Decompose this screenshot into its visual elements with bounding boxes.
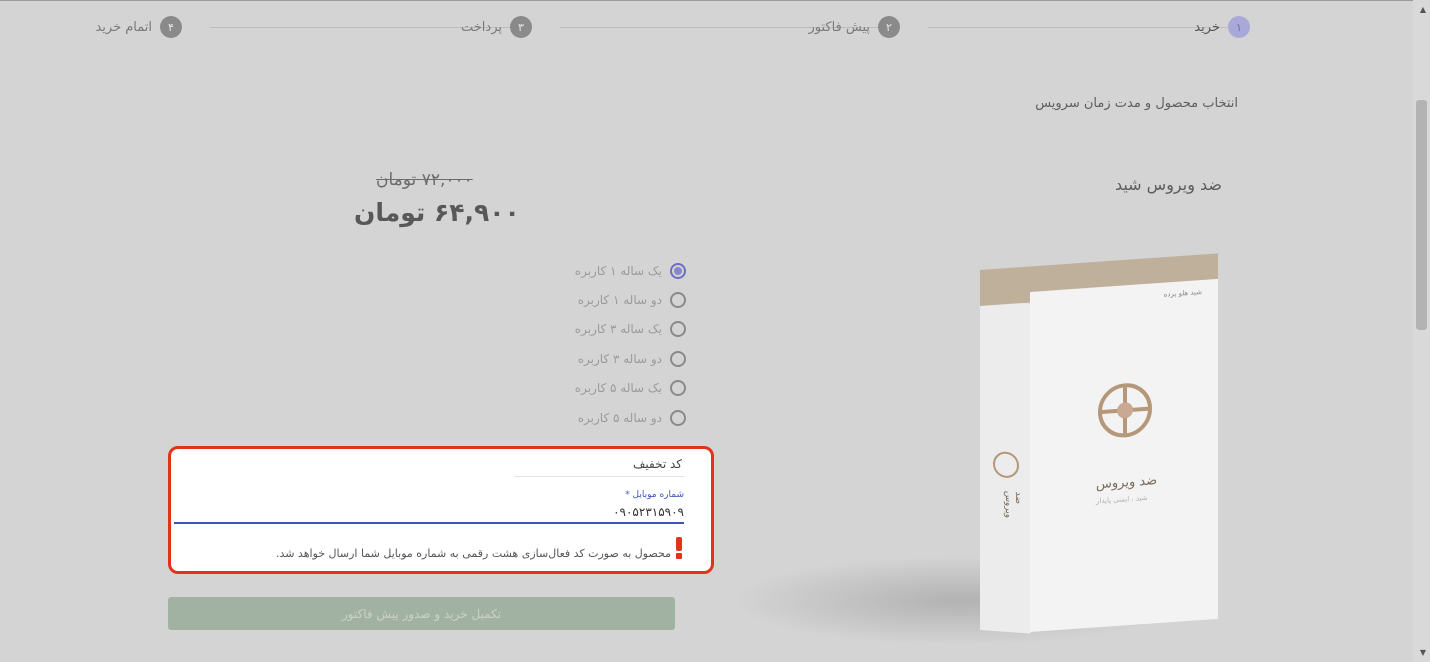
- product-box-image: شید هلو پرده ضد ویروس شید ، ایمنی پایدار: [1030, 278, 1218, 632]
- license-option[interactable]: دو ساله ۵ کاربره: [466, 403, 686, 432]
- radio-button[interactable]: [670, 292, 686, 309]
- radio-button[interactable]: [670, 262, 686, 279]
- option-label: یک ساله ۱ کاربره: [574, 263, 662, 278]
- license-option[interactable]: یک ساله ۳ کاربره: [466, 315, 686, 344]
- crosshair-icon: [993, 450, 1019, 479]
- checkout-form-panel: کد تخفیف شماره موبایل * محصول به صورت کد…: [168, 446, 714, 574]
- step-label: پیش فاکتور: [808, 19, 870, 35]
- complete-purchase-button[interactable]: تکمیل خرید و صدور پیش فاکتور: [168, 597, 675, 630]
- step-label: اتمام خرید: [95, 19, 152, 35]
- product-title: ضد ویروس شید: [1114, 175, 1222, 194]
- option-label: دو ساله ۳ کاربره: [577, 351, 662, 366]
- step-number: ۳: [510, 16, 532, 38]
- option-label: یک ساله ۵ کاربره: [574, 381, 662, 396]
- step-purchase[interactable]: ۱ خرید: [1194, 16, 1250, 38]
- checkout-stepper: ۱ خرید ۲ پیش فاکتور ۳ پرداخت ۴ اتمام خری…: [0, 0, 1410, 56]
- step-number: ۴: [160, 16, 182, 38]
- license-options: یک ساله ۱ کاربره دو ساله ۱ کاربره یک سال…: [466, 256, 686, 432]
- license-option[interactable]: یک ساله ۱ کاربره: [466, 256, 686, 285]
- product-box-side-text: ضد ویروس: [1003, 490, 1023, 519]
- radio-button[interactable]: [670, 380, 686, 397]
- mobile-number-input[interactable]: [174, 503, 684, 521]
- option-label: دو ساله ۵ کاربره: [577, 410, 662, 425]
- license-option[interactable]: دو ساله ۱ کاربره: [466, 285, 686, 314]
- step-complete[interactable]: ۴ اتمام خرید: [95, 16, 182, 38]
- scroll-up-arrow-icon[interactable]: ▲: [1420, 5, 1426, 14]
- step-number: ۱: [1228, 16, 1250, 38]
- option-label: دو ساله ۱ کاربره: [577, 293, 662, 308]
- page-heading: انتخاب محصول و مدت زمان سرویس: [1035, 96, 1238, 111]
- radio-button[interactable]: [670, 321, 686, 338]
- mobile-input-underline: [174, 522, 684, 524]
- product-box-side: ضد ویروس: [980, 300, 1031, 634]
- product-box-title: ضد ویروس: [1096, 473, 1158, 493]
- step-payment[interactable]: ۳ پرداخت: [461, 16, 532, 38]
- crosshair-center: [1117, 401, 1133, 419]
- scroll-down-arrow-icon[interactable]: ▼: [1420, 648, 1426, 657]
- mobile-field-label: شماره موبایل *: [625, 490, 684, 500]
- step-invoice[interactable]: ۲ پیش فاکتور: [808, 16, 900, 38]
- step-number: ۲: [878, 16, 900, 38]
- option-label: یک ساله ۳ کاربره: [574, 322, 662, 337]
- product-box-subtitle: شید ، ایمنی پایدار: [1096, 493, 1148, 506]
- discount-code-field[interactable]: کد تخفیف: [633, 457, 682, 471]
- license-option[interactable]: دو ساله ۳ کاربره: [466, 344, 686, 373]
- old-price: ۷۲,۰۰۰ تومان: [376, 170, 473, 190]
- discount-code-underline: [514, 476, 684, 477]
- product-box-brand: شید هلو پرده: [1163, 287, 1202, 299]
- license-option[interactable]: یک ساله ۵ کاربره: [466, 374, 686, 403]
- step-label: خرید: [1194, 19, 1220, 35]
- page-scrollbar[interactable]: ▲ ▼: [1413, 0, 1430, 662]
- new-price: ۶۴,۹۰۰ تومان: [354, 198, 520, 227]
- crosshair-icon: [1098, 381, 1152, 440]
- exclamation-icon: [675, 537, 683, 559]
- activation-info-text: محصول به صورت کد فعال‌سازی هشت رقمی به ش…: [275, 547, 671, 560]
- radio-button[interactable]: [670, 350, 686, 367]
- exclamation-dot: [676, 553, 682, 559]
- step-label: پرداخت: [461, 19, 502, 35]
- exclamation-bar: [676, 537, 682, 551]
- radio-button[interactable]: [670, 409, 686, 426]
- scrollbar-thumb[interactable]: [1416, 100, 1427, 330]
